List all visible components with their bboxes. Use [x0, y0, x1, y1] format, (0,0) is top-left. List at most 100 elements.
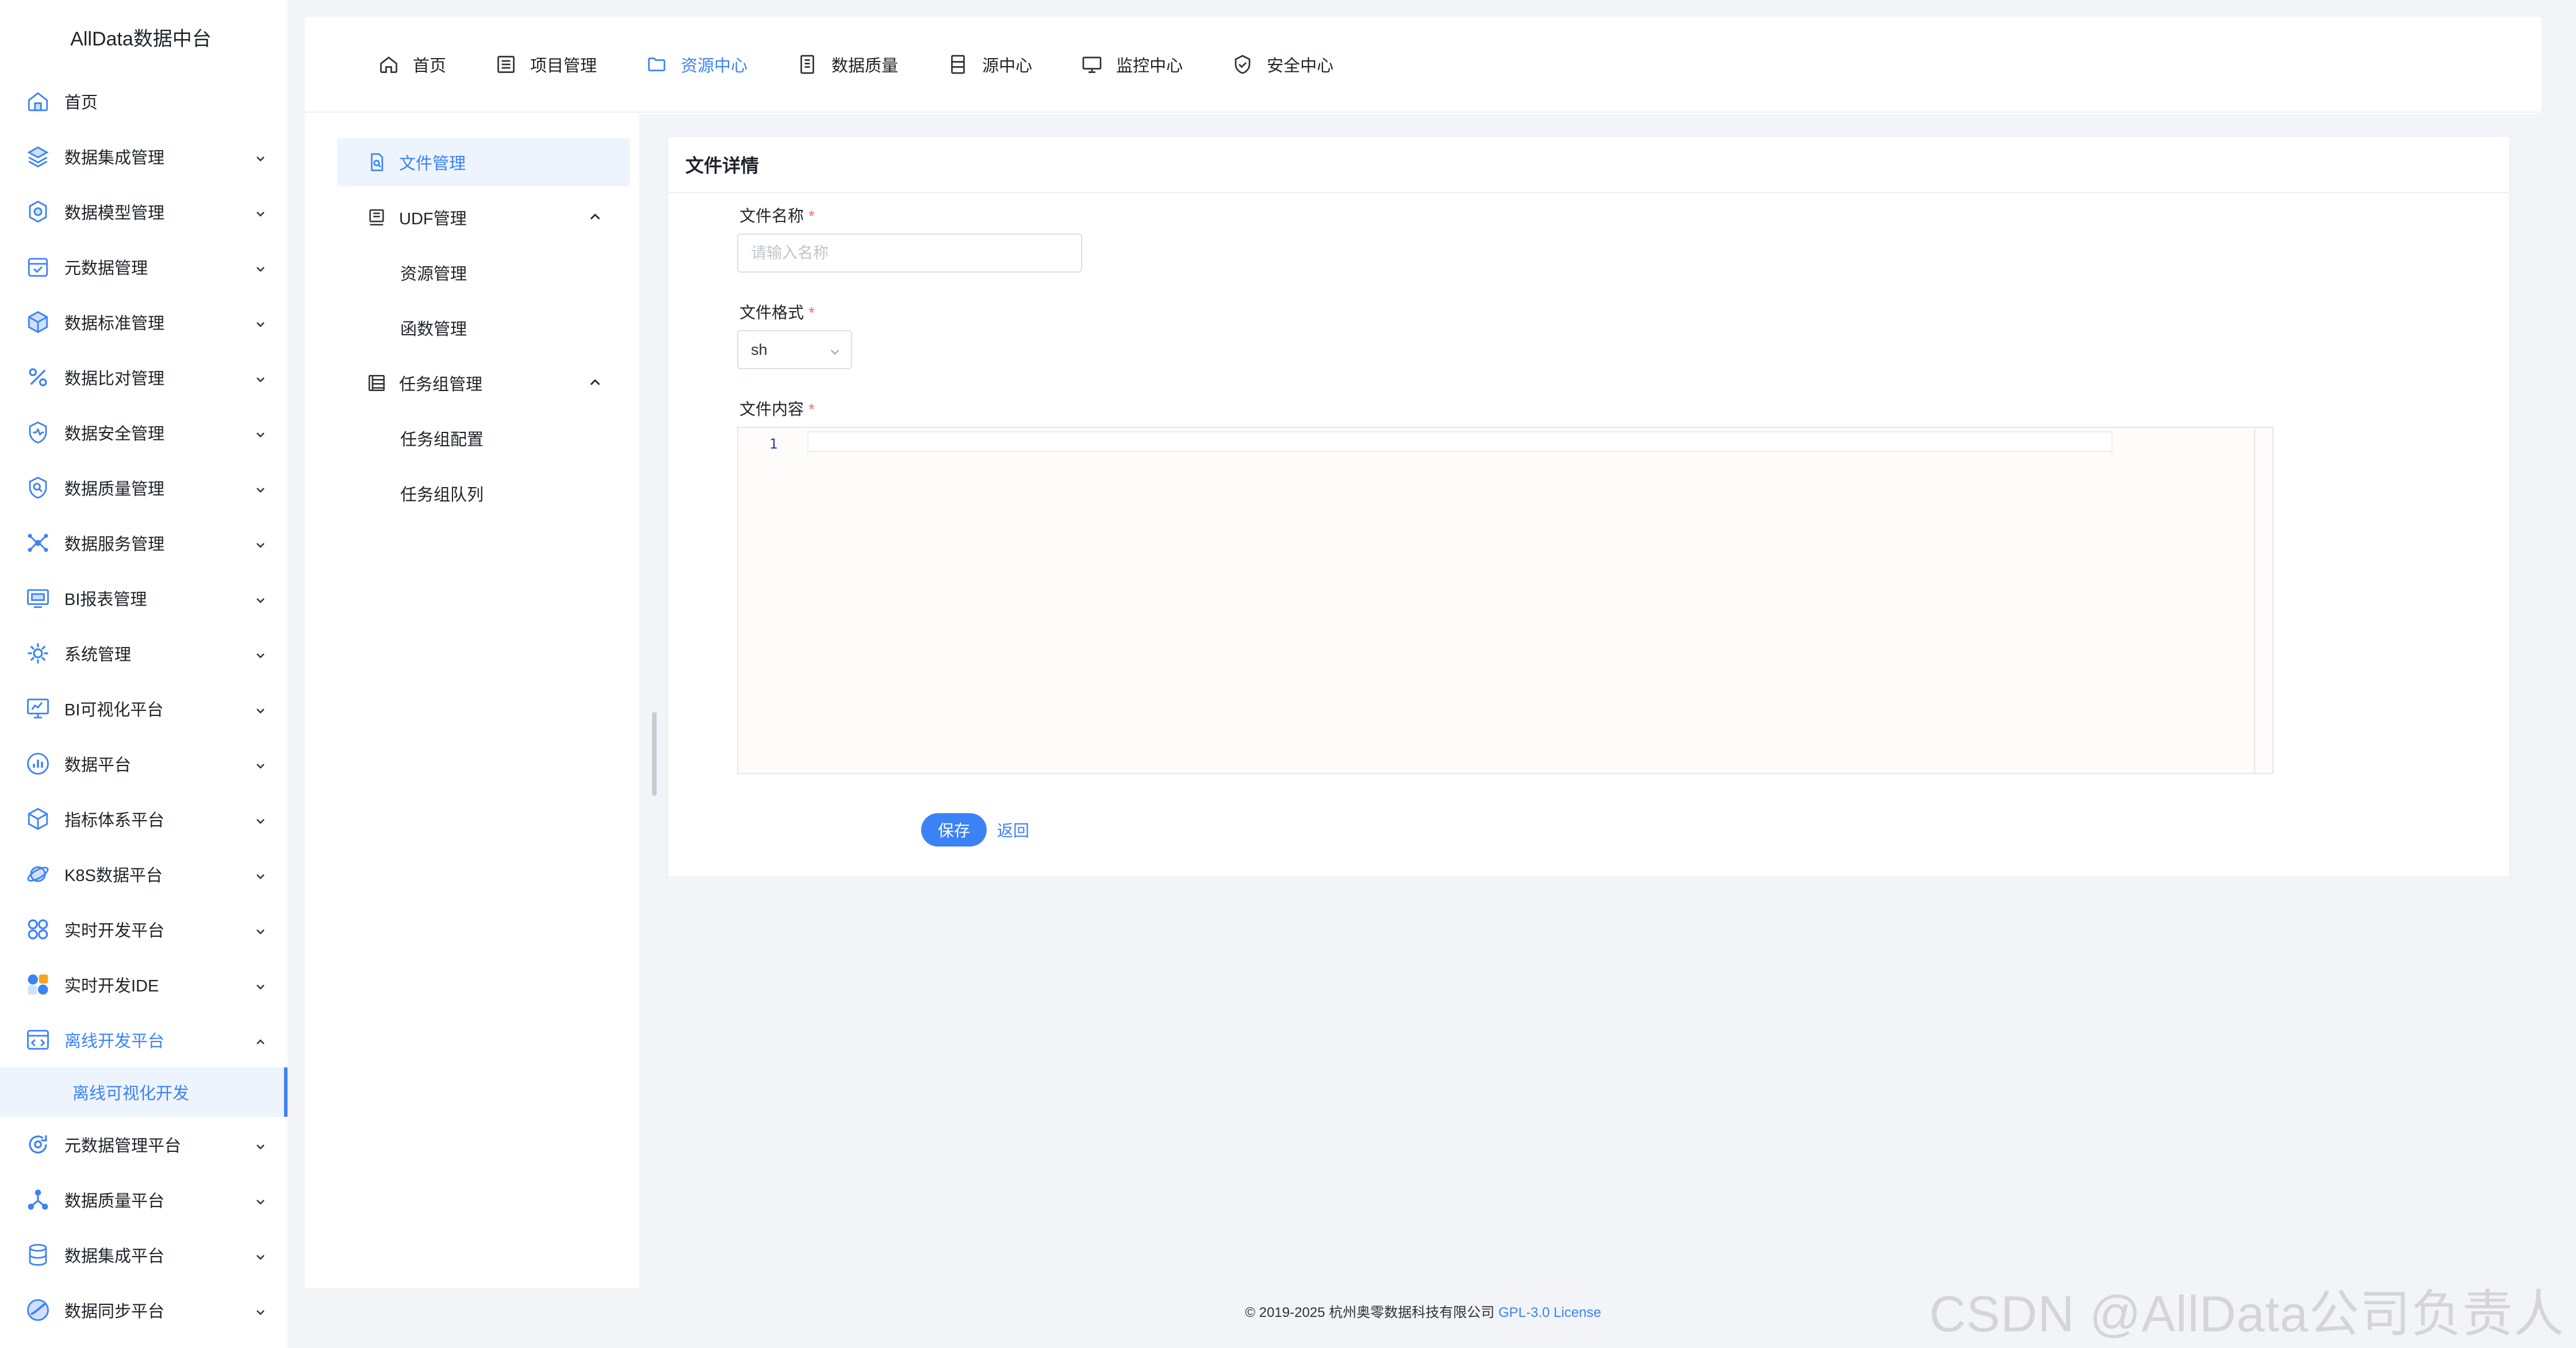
brand-title: AllData数据中台 — [70, 28, 212, 50]
tab-label: 项目管理 — [530, 57, 597, 75]
watermark: CSDN @AllData公司负责人 — [1929, 1285, 2564, 1342]
chevron-down-icon — [255, 260, 266, 272]
sidebar-item-metadata[interactable]: 元数据管理 — [0, 239, 288, 294]
nav-udf-management[interactable]: UDF管理 — [337, 193, 630, 242]
sidebar-item-label: 数据安全管理 — [64, 425, 165, 443]
required-mark: * — [808, 400, 815, 418]
sidebar-item-quality-platform[interactable]: 数据质量平台 — [0, 1172, 288, 1227]
top-navigation: 首页 项目管理 资源中心 数据质量 源中心 监控中心 安全中心 — [305, 17, 2542, 113]
sidebar-item-data-model[interactable]: 数据模型管理 — [0, 184, 288, 239]
sidebar-subitem-label: 离线可视化开发 — [72, 1085, 190, 1103]
sidebar-item-metric-system[interactable]: 指标体系平台 — [0, 791, 288, 847]
tab-project-management[interactable]: 项目管理 — [496, 52, 597, 76]
home-icon — [380, 56, 397, 73]
chevron-down-icon — [255, 536, 266, 548]
cube-icon — [25, 309, 51, 335]
percent-icon — [25, 365, 51, 390]
nav-task-group-management[interactable]: 任务组管理 — [337, 359, 630, 407]
nav-resource-management[interactable]: 资源管理 — [337, 248, 639, 297]
sidebar-item-label: 系统管理 — [64, 646, 132, 664]
tab-label: 源中心 — [982, 57, 1033, 75]
sidebar-item-k8s[interactable]: K8S数据平台 — [0, 847, 288, 902]
chevron-down-icon — [255, 646, 266, 658]
chevron-down-icon — [255, 591, 266, 603]
sidebar-item-label: 数据质量管理 — [64, 480, 165, 499]
content-area: 文件管理 UDF管理 资源管理 函数管理 任务组管理 任务组配置 任务组队列 文… — [305, 114, 2542, 1288]
tab-security-center[interactable]: 安全中心 — [1232, 52, 1333, 76]
chevron-down-icon — [255, 481, 266, 493]
tab-data-quality[interactable]: 数据质量 — [797, 52, 898, 76]
code-editor[interactable]: 1 — [737, 427, 2274, 774]
sidebar-item-label: 元数据管理平台 — [64, 1137, 182, 1155]
sidebar-item-data-platform[interactable]: 数据平台 — [0, 736, 288, 791]
license-link[interactable]: GPL-3.0 License — [1498, 1305, 1601, 1320]
grid-circles-icon — [25, 917, 51, 942]
sidebar-item-label: 数据模型管理 — [64, 204, 165, 223]
file-name-input[interactable] — [737, 233, 1082, 273]
sidebar-item-data-quality[interactable]: 数据质量管理 — [0, 460, 288, 515]
sidebar-item-label: 数据标准管理 — [64, 315, 165, 333]
sidebar-item-data-security[interactable]: 数据安全管理 — [0, 405, 288, 460]
tab-resource-center[interactable]: 资源中心 — [646, 52, 747, 76]
monitor-icon — [1082, 56, 1102, 73]
tab-source-center[interactable]: 源中心 — [948, 52, 1032, 76]
nav-function-management[interactable]: 函数管理 — [337, 304, 639, 352]
sidebar-item-data-integration[interactable]: 数据集成管理 — [0, 129, 288, 184]
nav-label: 任务组管理 — [399, 376, 483, 394]
sidebar-item-label: 实时开发IDE — [64, 977, 159, 995]
chevron-down-icon — [255, 315, 266, 327]
sidebar-item-integration-platform[interactable]: 数据集成平台 — [0, 1227, 288, 1282]
list-icon — [497, 56, 515, 73]
sidebar-item-label: 数据集成平台 — [64, 1247, 165, 1266]
quality-search-icon — [25, 475, 51, 500]
resize-handle[interactable] — [652, 712, 657, 796]
chevron-down-icon — [255, 867, 266, 879]
resource-nav: 文件管理 UDF管理 资源管理 函数管理 任务组管理 任务组配置 任务组队列 — [305, 114, 639, 1288]
nav-label: UDF管理 — [399, 210, 467, 228]
file-format-select[interactable]: sh — [737, 330, 852, 369]
tab-label: 监控中心 — [1116, 57, 1183, 75]
save-button[interactable]: 保存 — [921, 813, 987, 847]
tab-label: 首页 — [413, 57, 447, 75]
tab-monitor-center[interactable]: 监控中心 — [1082, 52, 1183, 76]
sidebar-item-data-service[interactable]: 数据服务管理 — [0, 515, 288, 570]
sidebar-item-bi-report[interactable]: BI报表管理 — [0, 570, 288, 626]
sidebar-item-label: 首页 — [64, 94, 98, 112]
editor-scrollbar[interactable] — [2254, 428, 2255, 773]
sidebar-item-bi-visual[interactable]: BI可视化平台 — [0, 681, 288, 736]
sidebar-item-realtime-ide[interactable]: 实时开发IDE — [0, 957, 288, 1012]
sidebar-item-label: 数据集成管理 — [64, 149, 165, 167]
sidebar-item-system[interactable]: 系统管理 — [0, 626, 288, 681]
nav-task-group-config[interactable]: 任务组配置 — [337, 414, 639, 462]
layers-icon — [25, 144, 51, 169]
nav-task-group-queue[interactable]: 任务组队列 — [337, 469, 639, 518]
sidebar-item-data-compare[interactable]: 数据比对管理 — [0, 350, 288, 405]
nav-label: 任务组队列 — [400, 486, 484, 504]
sidebar-subitem-offline-visual-dev[interactable]: 离线可视化开发 — [0, 1067, 288, 1117]
sidebar-item-sync-platform[interactable]: 数据同步平台 — [0, 1282, 288, 1338]
chevron-down-icon — [255, 1193, 266, 1205]
sidebar: AllData数据中台 首页 数据集成管理 数据模型管理 元数据管理 数据标准管… — [0, 0, 288, 1348]
sidebar-item-label: K8S数据平台 — [64, 867, 163, 885]
sidebar-item-label: 数据同步平台 — [64, 1303, 165, 1321]
refresh-icon — [25, 1132, 51, 1157]
chevron-down-icon — [830, 349, 839, 355]
sidebar-item-home[interactable]: 首页 — [0, 74, 288, 129]
sidebar-item-data-standard[interactable]: 数据标准管理 — [0, 294, 288, 350]
tab-home[interactable]: 首页 — [378, 52, 446, 76]
sidebar-item-realtime-dev[interactable]: 实时开发平台 — [0, 902, 288, 957]
back-button[interactable]: 返回 — [997, 813, 1029, 847]
sidebar-item-label: BI可视化平台 — [64, 701, 164, 719]
task-group-icon — [368, 374, 385, 392]
nav-file-management[interactable]: 文件管理 — [337, 138, 630, 186]
sidebar-item-offline-dev[interactable]: 离线开发平台 — [0, 1012, 288, 1067]
udf-icon — [369, 209, 384, 226]
server-icon — [951, 55, 965, 74]
editor-active-line[interactable] — [807, 431, 2113, 452]
nav-label: 资源管理 — [400, 265, 467, 284]
label-text: 文件内容 — [739, 400, 804, 418]
card-title: 文件详情 — [668, 137, 2509, 193]
sidebar-item-metadata-platform[interactable]: 元数据管理平台 — [0, 1117, 288, 1172]
box-icon — [25, 806, 51, 832]
label-text: 文件格式 — [739, 304, 804, 321]
